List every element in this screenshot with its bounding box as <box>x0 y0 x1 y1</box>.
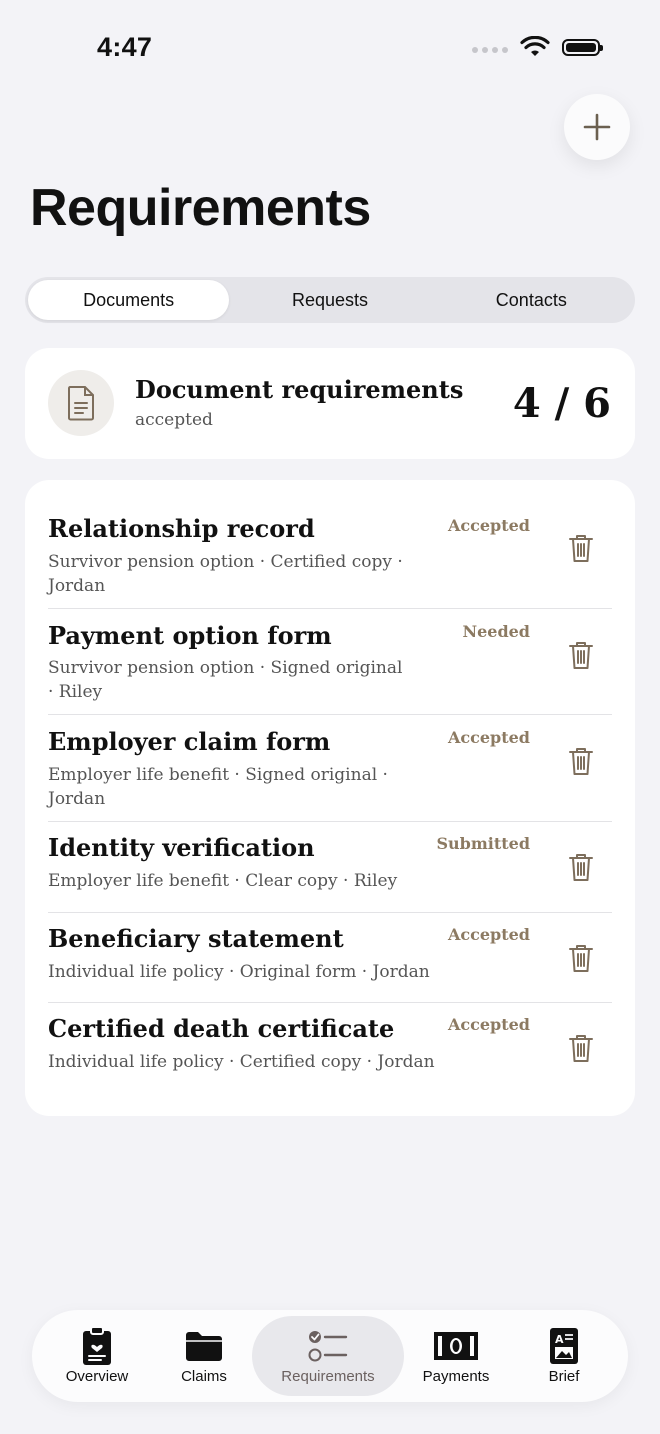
segment-control: Documents Requests Contacts <box>25 277 635 323</box>
requirement-meta: Employer life benefit · Signed original … <box>48 765 388 809</box>
tab-label: Brief <box>548 1368 580 1385</box>
wifi-icon <box>520 36 550 56</box>
trash-icon[interactable] <box>568 943 594 973</box>
status-time: 4:47 <box>97 32 153 62</box>
plus-icon <box>583 113 611 141</box>
list-item[interactable]: Certified death certificate Individual l… <box>48 1003 612 1093</box>
requirement-meta: Survivor pension option · Signed origina… <box>48 658 403 702</box>
tab-label: Overview <box>65 1368 129 1385</box>
summary-count: 4 / 6 <box>512 380 611 427</box>
folder-icon <box>186 1332 222 1361</box>
requirement-title: Beneficiary statement <box>48 924 344 953</box>
status-badge: Needed <box>462 622 530 641</box>
requirements-list: Relationship record Survivor pension opt… <box>25 480 635 1116</box>
tab-label: Claims <box>181 1368 227 1385</box>
svg-text:A: A <box>555 1333 564 1346</box>
list-item[interactable]: Beneficiary statement Individual life po… <box>48 912 612 1003</box>
tab-claims[interactable]: Claims <box>164 1316 244 1396</box>
trash-icon[interactable] <box>568 533 594 563</box>
banknote-icon <box>434 1332 478 1360</box>
status-badge: Accepted <box>447 1015 530 1034</box>
summary-title: Document requirements <box>135 375 464 404</box>
requirement-meta: Survivor pension option · Certified copy… <box>48 552 403 596</box>
tab-bar: Overview Claims Requirements Payments A … <box>32 1310 628 1402</box>
tab-requirements[interactable]: Requirements <box>252 1316 404 1396</box>
add-requirement-button[interactable] <box>564 94 630 160</box>
list-item[interactable]: Identity verification Employer life bene… <box>48 822 612 913</box>
status-bar: 4:47 <box>0 0 660 96</box>
status-badge: Submitted <box>436 834 530 853</box>
trash-icon[interactable] <box>568 1033 594 1063</box>
segment-requests[interactable]: Requests <box>229 280 430 320</box>
brief-document-icon: A <box>550 1328 578 1364</box>
tab-overview[interactable]: Overview <box>50 1316 144 1396</box>
status-icons <box>472 36 603 58</box>
trash-icon[interactable] <box>568 852 594 882</box>
status-badge: Accepted <box>447 925 530 944</box>
requirement-meta: Employer life benefit · Clear copy · Ril… <box>48 871 398 891</box>
clipboard-heart-icon <box>83 1326 111 1365</box>
page-title: Requirements <box>30 179 371 237</box>
document-icon <box>48 370 114 436</box>
segment-contacts[interactable]: Contacts <box>431 280 632 320</box>
battery-icon <box>562 38 603 56</box>
requirement-meta: Individual life policy · Certified copy … <box>48 1052 435 1072</box>
list-item[interactable]: Payment option form Survivor pension opt… <box>48 608 612 715</box>
list-item[interactable]: Employer claim form Employer life benefi… <box>48 715 612 822</box>
tab-brief[interactable]: A Brief <box>528 1316 600 1396</box>
requirement-title: Certified death certificate <box>48 1014 395 1043</box>
segment-documents[interactable]: Documents <box>28 280 230 320</box>
status-badge: Accepted <box>447 516 530 535</box>
checklist-icon <box>308 1331 348 1362</box>
tab-label: Payments <box>422 1368 490 1385</box>
trash-icon[interactable] <box>568 746 594 776</box>
list-item[interactable]: Relationship record Survivor pension opt… <box>48 500 612 609</box>
summary-card: Document requirements accepted 4 / 6 <box>25 348 635 459</box>
summary-subtitle: accepted <box>135 410 213 430</box>
requirement-title: Identity verification <box>48 833 315 862</box>
tab-payments[interactable]: Payments <box>412 1316 500 1396</box>
requirement-title: Employer claim form <box>48 727 331 756</box>
requirement-title: Payment option form <box>48 621 332 650</box>
status-badge: Accepted <box>447 728 530 747</box>
cellular-signal-icon <box>472 47 508 53</box>
trash-icon[interactable] <box>568 640 594 670</box>
tab-label: Requirements <box>281 1368 375 1385</box>
requirement-meta: Individual life policy · Original form ·… <box>48 962 430 982</box>
requirement-title: Relationship record <box>48 514 315 543</box>
